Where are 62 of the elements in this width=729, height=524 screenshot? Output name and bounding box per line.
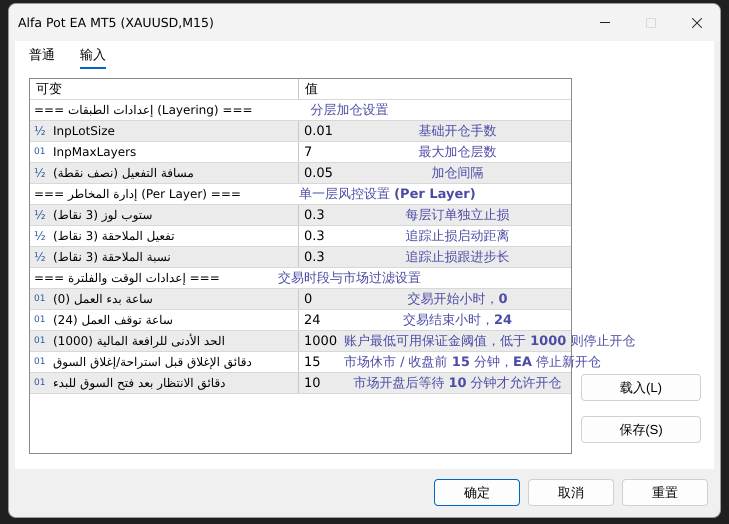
- dialog-button[interactable]: 取消: [528, 479, 614, 506]
- parameter-name: (24) ساعة توقف العمل: [53, 313, 173, 327]
- parameter-name: (1000) الحد الأدنى للرافعة المالية: [53, 334, 225, 348]
- type-icon: 01: [34, 294, 47, 304]
- annotation: 交易开始小时，0: [407, 291, 508, 308]
- annotation: 追踪止损跟进步长: [406, 249, 510, 266]
- value-cell[interactable]: 24: [304, 312, 344, 328]
- parameter-cell[interactable]: 01 InpMaxLayers: [30, 142, 299, 162]
- value-cell[interactable]: 0.3: [304, 228, 344, 244]
- type-icon: 01: [34, 336, 47, 346]
- column-header: 值: [304, 81, 319, 99]
- parameter-name: تفعيل الملاحقة (3 نقاط): [53, 229, 175, 243]
- type-icon: 01: [34, 315, 47, 325]
- parameter-name: نسبة الملاحقة (3 نقاط): [53, 250, 171, 264]
- parameter-name: دقائق الانتظار بعد فتح السوق للبدء: [53, 376, 226, 390]
- parameter-cell[interactable]: ½ InpLotSize: [30, 121, 299, 141]
- parameter-name: ستوب لوز (3 نقاط): [53, 208, 152, 222]
- value-cell[interactable]: 10: [304, 376, 344, 390]
- column-header: 可变: [30, 79, 299, 99]
- annotation: 最大加仓层数: [418, 144, 496, 161]
- dialog-button[interactable]: 确定: [434, 479, 520, 506]
- type-icon: ½: [34, 124, 47, 138]
- parameter-name: (0) ساعة بدء العمل: [53, 292, 153, 306]
- parameter-name: InpMaxLayers: [53, 145, 136, 159]
- value-cell[interactable]: 15: [304, 354, 344, 370]
- side-button[interactable]: 保存(S): [581, 416, 701, 443]
- annotation: 分层加仓设置: [310, 102, 389, 119]
- annotation: 单一层风控设置 (Per Layer): [298, 186, 476, 203]
- value-cell[interactable]: 0.01: [304, 124, 344, 138]
- tab[interactable]: 普通: [29, 44, 55, 68]
- annotation: 基础开仓手数: [418, 123, 496, 140]
- parameter-name: InpLotSize: [53, 124, 115, 138]
- value-cell[interactable]: 1000: [304, 334, 344, 348]
- value-cell[interactable]: 0.05: [304, 166, 344, 180]
- side-button[interactable]: 载入(L): [581, 374, 701, 401]
- annotation: 加仓间隔: [432, 165, 484, 182]
- tab[interactable]: 输入: [80, 44, 106, 68]
- group-heading: === إعدادات الوقت والفلترة ===: [33, 271, 220, 285]
- type-icon: ½: [34, 208, 47, 222]
- type-icon: ½: [34, 166, 47, 180]
- group-heading: === إدارة المخاطر (Per Layer) ===: [33, 187, 241, 201]
- parameter-name: دقائق الإغلاق قبل استراحة/إغلاق السوق: [53, 355, 252, 369]
- group-heading: === إعدادات الطبقات (Layering) ===: [33, 103, 253, 117]
- type-icon: 01: [34, 357, 47, 367]
- annotation: 交易结束小时，24: [402, 312, 512, 329]
- value-cell[interactable]: 0.3: [304, 250, 344, 264]
- window-title: Alfa Pot EA MT5 (XAUUSD,M15): [18, 15, 215, 30]
- type-icon: 01: [34, 147, 47, 157]
- annotation: 市场开盘后等待 10 分钟才允许开仓: [353, 375, 562, 392]
- annotation: 每层订单独立止损: [406, 207, 510, 224]
- value-cell[interactable]: 7: [304, 144, 344, 160]
- annotation: 追踪止损启动距离: [406, 228, 510, 245]
- value-cell[interactable]: 0.3: [304, 208, 344, 222]
- minimize-icon: [600, 22, 610, 23]
- value-cell[interactable]: 0: [304, 292, 344, 306]
- annotation: 交易时段与市场过滤设置: [278, 270, 421, 287]
- dialog-button[interactable]: 重置: [622, 479, 708, 506]
- maximize-icon: [645, 16, 657, 28]
- type-icon: ½: [34, 250, 47, 264]
- type-icon: ½: [34, 229, 47, 243]
- parameter-name: مسافة التفعيل (نصف نقطة): [53, 166, 194, 180]
- type-icon: 01: [34, 378, 47, 388]
